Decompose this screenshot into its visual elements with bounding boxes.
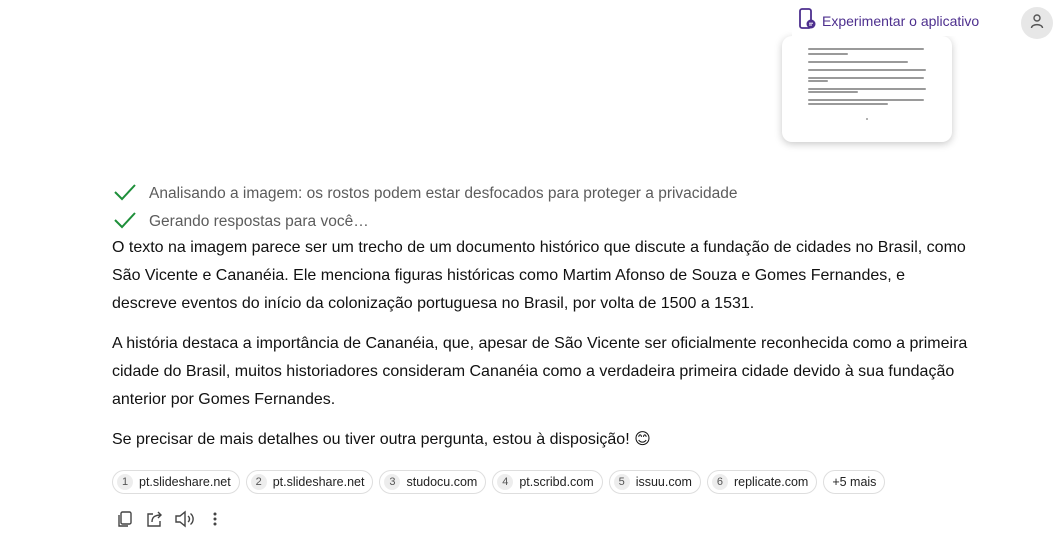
source-number: 3 <box>384 474 401 490</box>
source-label: studocu.com <box>406 475 478 489</box>
source-chip[interactable]: 5 issuu.com <box>608 470 701 494</box>
step-text: Analisando a imagem: os rostos podem est… <box>149 185 738 202</box>
message-actions <box>114 508 226 530</box>
copy-icon[interactable] <box>114 508 136 530</box>
check-icon <box>113 211 137 234</box>
phone-chat-icon <box>798 7 816 35</box>
source-chip[interactable]: 6 replicate.com <box>706 470 818 494</box>
source-number: 2 <box>250 474 267 490</box>
uploaded-image-thumbnail[interactable] <box>782 36 952 142</box>
source-chip[interactable]: 2 pt.slideshare.net <box>245 470 374 494</box>
source-label: pt.slideshare.net <box>272 475 365 489</box>
step-item: Gerando respostas para você… <box>113 208 737 236</box>
progress-steps: Analisando a imagem: os rostos podem est… <box>113 180 737 236</box>
share-icon[interactable] <box>144 508 166 530</box>
answer-paragraph: O texto na imagem parece ser um trecho d… <box>112 239 966 312</box>
avatar[interactable] <box>1021 7 1053 39</box>
try-app-button[interactable]: Experimentar o aplicativo <box>792 6 986 36</box>
source-label: pt.slideshare.net <box>139 475 231 489</box>
step-item: Analisando a imagem: os rostos podem est… <box>113 180 737 208</box>
more-vertical-icon[interactable] <box>204 508 226 530</box>
source-label: pt.scribd.com <box>519 475 594 489</box>
more-sources-button[interactable]: +5 mais <box>823 470 886 494</box>
answer-body: O texto na imagem parece ser um trecho d… <box>112 234 972 466</box>
answer-paragraph: Se precisar de mais detalhes ou tiver ou… <box>112 431 651 448</box>
source-number: 6 <box>711 474 728 490</box>
source-label: replicate.com <box>733 475 809 489</box>
source-number: 4 <box>497 474 514 490</box>
step-text: Gerando respostas para você… <box>149 213 369 230</box>
source-chips: 1 pt.slideshare.net 2 pt.slideshare.net … <box>112 470 886 494</box>
user-icon <box>1029 13 1045 34</box>
speaker-icon[interactable] <box>174 508 196 530</box>
source-chip[interactable]: 3 studocu.com <box>379 470 487 494</box>
source-number: 5 <box>613 474 630 490</box>
source-chip[interactable]: 4 pt.scribd.com <box>492 470 603 494</box>
source-label: issuu.com <box>635 475 692 489</box>
source-number: 1 <box>117 474 133 490</box>
try-app-label: Experimentar o aplicativo <box>822 13 980 29</box>
check-icon <box>113 183 137 206</box>
answer-paragraph: A história destaca a importância de Cana… <box>112 335 968 408</box>
source-chip[interactable]: 1 pt.slideshare.net <box>112 470 240 494</box>
